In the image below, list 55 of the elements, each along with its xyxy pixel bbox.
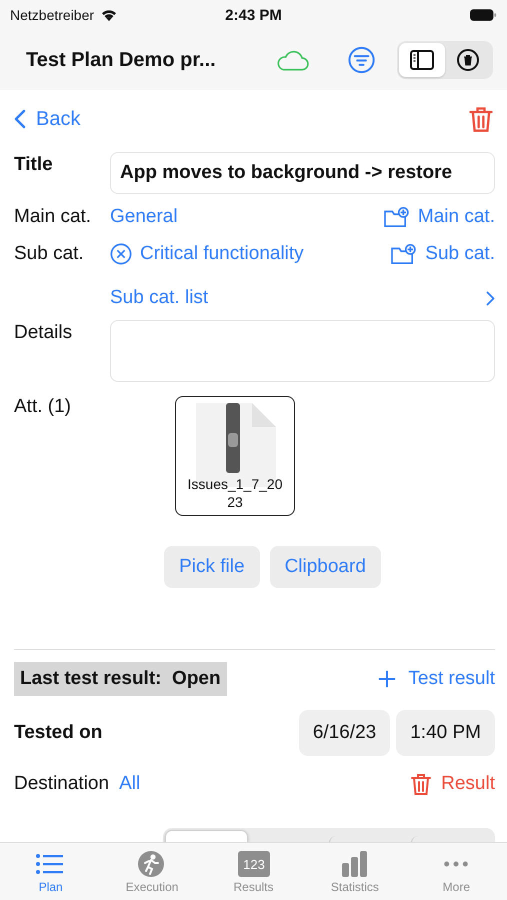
cloud-icon[interactable] xyxy=(274,48,310,72)
destination-label: Destination xyxy=(14,773,110,795)
chevron-right-icon xyxy=(486,290,495,306)
folder-plus-icon xyxy=(382,206,410,228)
trash-icon xyxy=(456,49,480,71)
back-chevron-icon xyxy=(14,109,26,129)
battery-icon xyxy=(470,8,498,22)
attachment-button[interactable]: Clipboard xyxy=(270,546,381,588)
tested-on-label: Tested on xyxy=(14,722,102,744)
attachment-button[interactable]: Pick file xyxy=(164,546,260,588)
category-name: Critical functionality xyxy=(140,242,304,264)
tab-item[interactable]: Plan xyxy=(0,843,102,900)
add-test-result-button[interactable]: Test result xyxy=(378,668,495,690)
title-label: Title xyxy=(14,153,54,176)
tab-item[interactable]: Execution xyxy=(101,843,203,900)
title-field[interactable]: App moves to background -> restore xyxy=(110,152,495,194)
main-category-value[interactable]: General xyxy=(110,206,382,228)
sub-category-list-link[interactable]: Sub cat. list xyxy=(110,287,208,309)
main-category-label: Main cat. xyxy=(14,206,92,228)
folder-plus-icon xyxy=(389,242,418,264)
tab-item[interactable]: 123 Results xyxy=(202,843,304,900)
date-picker[interactable]: 6/16/23 xyxy=(298,710,390,756)
destination-value[interactable]: All xyxy=(119,773,140,795)
wifi-icon xyxy=(100,8,118,22)
more-icon xyxy=(444,861,468,867)
tab-label: More xyxy=(442,880,470,894)
attachments-label: Att. (1) xyxy=(14,396,72,418)
back-button[interactable]: Back xyxy=(14,108,80,130)
clock-time: 2:43 PM xyxy=(225,6,282,24)
tab-label: Execution xyxy=(126,880,178,894)
tab-item[interactable]: More xyxy=(406,843,507,900)
details-field[interactable] xyxy=(110,320,495,382)
tab-label: Plan xyxy=(38,880,63,894)
filter-icon[interactable] xyxy=(348,46,375,74)
clear-icon[interactable] xyxy=(110,242,132,264)
sidebar-icon xyxy=(410,49,434,71)
add-main-category-button[interactable]: Main cat. xyxy=(382,206,495,228)
trash-icon xyxy=(409,771,434,797)
numbers-icon: 123 xyxy=(238,851,270,877)
carrier-name: Netzbetreiber xyxy=(10,7,94,23)
last-result-label: Last test result: Open xyxy=(14,662,227,696)
attachment-thumbnail[interactable]: Issues_1_7_2023 xyxy=(175,396,295,516)
file-name: Issues_1_7_2023 xyxy=(187,475,283,511)
sub-category-label: Sub cat. xyxy=(14,242,85,264)
screen-title: Test Plan Demo pr... xyxy=(26,48,217,72)
tab-label: Results xyxy=(234,880,274,894)
plus-icon xyxy=(378,670,396,688)
time-picker[interactable]: 1:40 PM xyxy=(396,710,495,756)
sub-category-value[interactable]: Critical functionality xyxy=(110,242,390,264)
sidebar-toggle[interactable] xyxy=(398,43,445,77)
tab-label: Statistics xyxy=(330,880,379,894)
tab-item[interactable]: Statistics xyxy=(304,843,406,900)
details-label: Details xyxy=(14,321,74,344)
delete-result-button[interactable]: Result xyxy=(409,771,495,797)
add-sub-category-button[interactable]: Sub cat. xyxy=(389,242,495,264)
